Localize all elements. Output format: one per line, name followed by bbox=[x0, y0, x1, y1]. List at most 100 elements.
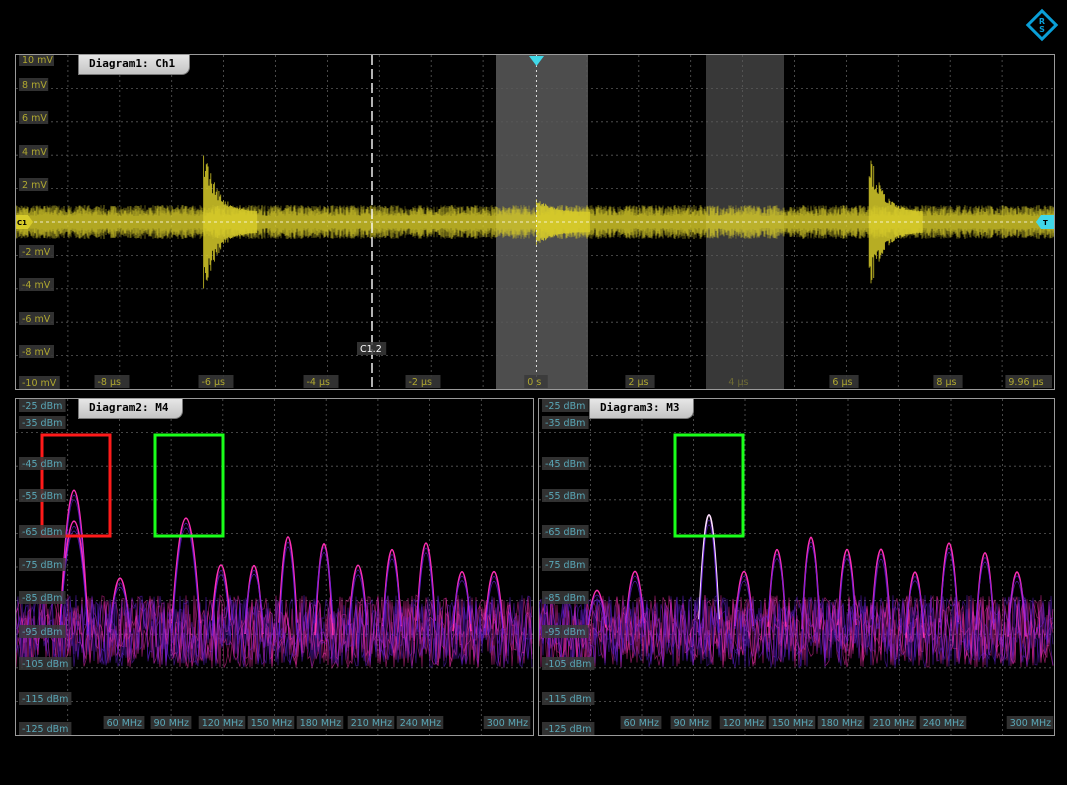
diagram1-x-label: -4 µs bbox=[303, 375, 339, 388]
diagram1-y-label: -10 mV bbox=[19, 376, 60, 389]
diagram1-x-label: 2 µs bbox=[625, 375, 655, 388]
diagram3-grid bbox=[539, 399, 1054, 735]
diagram3-x-label: 300 MHz bbox=[1006, 716, 1054, 729]
svg-text:-55 dBm: -55 dBm bbox=[545, 491, 585, 502]
svg-text:-2 µs: -2 µs bbox=[409, 377, 433, 388]
diagram2-y-label: -115 dBm bbox=[19, 692, 72, 705]
diagram2-x-label: 60 MHz bbox=[103, 716, 145, 729]
diagram2-title-tab[interactable]: Diagram2: M4 bbox=[78, 399, 184, 419]
diagram2-x-label: 150 MHz bbox=[247, 716, 295, 729]
svg-text:-6 mV: -6 mV bbox=[22, 314, 51, 325]
svg-text:-8 µs: -8 µs bbox=[98, 377, 122, 388]
marker-box-green bbox=[673, 433, 745, 538]
diagram1-x-label: 6 µs bbox=[829, 375, 859, 388]
svg-text:C1.2: C1.2 bbox=[360, 344, 382, 355]
svg-text:-125 dBm: -125 dBm bbox=[545, 724, 591, 735]
svg-text:60 MHz: 60 MHz bbox=[624, 718, 659, 729]
diagram2-y-label: -45 dBm bbox=[19, 457, 66, 470]
diagram2-grid bbox=[16, 399, 533, 735]
diagram3-title-tab[interactable]: Diagram3: M3 bbox=[589, 399, 695, 419]
diagram2-x-label: 300 MHz bbox=[483, 716, 531, 729]
diagram2-spectrum-plot[interactable]: -25 dBm -35 dBm -45 dBm -55 dBm -65 dBm -75 d… bbox=[16, 399, 533, 735]
svg-text:8 mV: 8 mV bbox=[22, 80, 47, 91]
svg-text:-65 dBm: -65 dBm bbox=[545, 527, 585, 538]
diagram1-y-label: 6 mV bbox=[19, 111, 49, 124]
diagram3-y-label: -105 dBm bbox=[542, 657, 595, 670]
diagram3-spectrum-panel[interactable]: -25 dBm -35 dBm -45 dBm -55 dBm -65 dBm -75 d… bbox=[538, 398, 1055, 736]
diagram3-y-label: -125 dBm bbox=[542, 722, 595, 735]
svg-text:8 µs: 8 µs bbox=[936, 377, 956, 388]
svg-text:-6 µs: -6 µs bbox=[202, 377, 226, 388]
svg-text:S: S bbox=[1039, 25, 1045, 34]
svg-text:-75 dBm: -75 dBm bbox=[545, 560, 585, 571]
svg-text:60 MHz: 60 MHz bbox=[107, 718, 142, 729]
svg-text:180 MHz: 180 MHz bbox=[300, 718, 341, 729]
svg-text:300 MHz: 300 MHz bbox=[1010, 718, 1051, 729]
diagram2-harmonic-peak bbox=[314, 552, 334, 624]
svg-text:-45 dBm: -45 dBm bbox=[545, 459, 585, 470]
svg-text:210 MHz: 210 MHz bbox=[351, 718, 392, 729]
diagram1-y-label: 4 mV bbox=[19, 145, 49, 158]
svg-text:90 MHz: 90 MHz bbox=[674, 718, 709, 729]
svg-text:-105 dBm: -105 dBm bbox=[545, 659, 591, 670]
trigger-level-marker-label: T bbox=[1043, 219, 1048, 227]
svg-text:90 MHz: 90 MHz bbox=[154, 718, 189, 729]
diagram3-y-label: -95 dBm bbox=[542, 625, 589, 638]
diagram3-spectrum-plot[interactable]: -25 dBm -35 dBm -45 dBm -55 dBm -65 dBm -75 d… bbox=[539, 399, 1054, 735]
diagram2-y-label: -75 dBm bbox=[19, 558, 66, 571]
svg-text:210 MHz: 210 MHz bbox=[873, 718, 914, 729]
diagram1-y-label: -4 mV bbox=[19, 278, 54, 291]
svg-text:300 MHz: 300 MHz bbox=[487, 718, 528, 729]
svg-text:2 µs: 2 µs bbox=[628, 377, 648, 388]
diagram2-x-label: 180 MHz bbox=[296, 716, 344, 729]
diagram1-y-label: 8 mV bbox=[19, 78, 49, 91]
svg-text:-115 dBm: -115 dBm bbox=[22, 694, 68, 705]
svg-text:6 µs: 6 µs bbox=[832, 377, 852, 388]
diagram2-spectrum-panel[interactable]: -25 dBm -35 dBm -45 dBm -55 dBm -65 dBm -75 d… bbox=[15, 398, 534, 736]
ringing-burst-3 bbox=[868, 160, 923, 284]
svg-text:150 MHz: 150 MHz bbox=[251, 718, 292, 729]
diagram3-x-label: 240 MHz bbox=[919, 716, 967, 729]
svg-text:9.96 µs: 9.96 µs bbox=[1008, 377, 1043, 388]
diagram1-waveform-plot[interactable]: C1.2 C1 T 10 mV 8 mV 6 mV 4 mV 2 mV -2 mV -4 mV -6… bbox=[16, 55, 1054, 389]
svg-text:0 s: 0 s bbox=[527, 377, 541, 388]
diagram3-y-label: -85 dBm bbox=[542, 591, 589, 604]
diagram1-y-label: -8 mV bbox=[19, 345, 54, 358]
diagram1-title-tab[interactable]: Diagram1: Ch1 bbox=[78, 55, 191, 75]
diagram2-y-label: -55 dBm bbox=[19, 489, 66, 502]
diagram3-x-label: 90 MHz bbox=[670, 716, 712, 729]
diagram2-y-label: -85 dBm bbox=[19, 591, 66, 604]
diagram2-x-label: 120 MHz bbox=[198, 716, 246, 729]
svg-text:-95 dBm: -95 dBm bbox=[22, 627, 62, 638]
diagram3-x-label: 180 MHz bbox=[817, 716, 865, 729]
diagram2-y-label: -25 dBm bbox=[19, 399, 66, 412]
diagram3-noise-floor bbox=[539, 593, 1054, 669]
svg-text:120 MHz: 120 MHz bbox=[202, 718, 243, 729]
svg-text:2 mV: 2 mV bbox=[22, 180, 47, 191]
svg-text:-115 dBm: -115 dBm bbox=[545, 694, 591, 705]
diagram2-y-label: -125 dBm bbox=[19, 722, 72, 735]
diagram3-y-label: -45 dBm bbox=[542, 457, 589, 470]
marker-box-red bbox=[40, 433, 112, 538]
diagram3-x-label: 120 MHz bbox=[719, 716, 767, 729]
svg-text:-8 mV: -8 mV bbox=[22, 347, 51, 358]
diagram1-y-label: 2 mV bbox=[19, 178, 49, 191]
svg-text:-95 dBm: -95 dBm bbox=[545, 627, 585, 638]
diagram3-y-label: -25 dBm bbox=[542, 399, 589, 412]
diagram1-y-label: 10 mV bbox=[19, 55, 54, 66]
svg-text:4 mV: 4 mV bbox=[22, 147, 47, 158]
channel-ground-marker-label: C1 bbox=[17, 219, 27, 227]
diagram2-y-label: -95 dBm bbox=[19, 625, 66, 638]
svg-text:-85 dBm: -85 dBm bbox=[22, 593, 62, 604]
diagram3-x-label: 60 MHz bbox=[620, 716, 662, 729]
svg-text:-75 dBm: -75 dBm bbox=[22, 560, 62, 571]
diagram2-y-label: -65 dBm bbox=[19, 525, 66, 538]
diagram3-y-label: -55 dBm bbox=[542, 489, 589, 502]
diagram3-y-label: -115 dBm bbox=[542, 692, 595, 705]
diagram1-time-domain-panel[interactable]: C1.2 C1 T 10 mV 8 mV 6 mV 4 mV 2 mV -2 mV -4 mV -6… bbox=[15, 54, 1055, 390]
ringing-burst-1 bbox=[203, 155, 258, 289]
svg-text:-4 µs: -4 µs bbox=[307, 377, 331, 388]
svg-text:-45 dBm: -45 dBm bbox=[22, 459, 62, 470]
svg-text:-55 dBm: -55 dBm bbox=[22, 491, 62, 502]
svg-text:-35 dBm: -35 dBm bbox=[22, 418, 62, 429]
